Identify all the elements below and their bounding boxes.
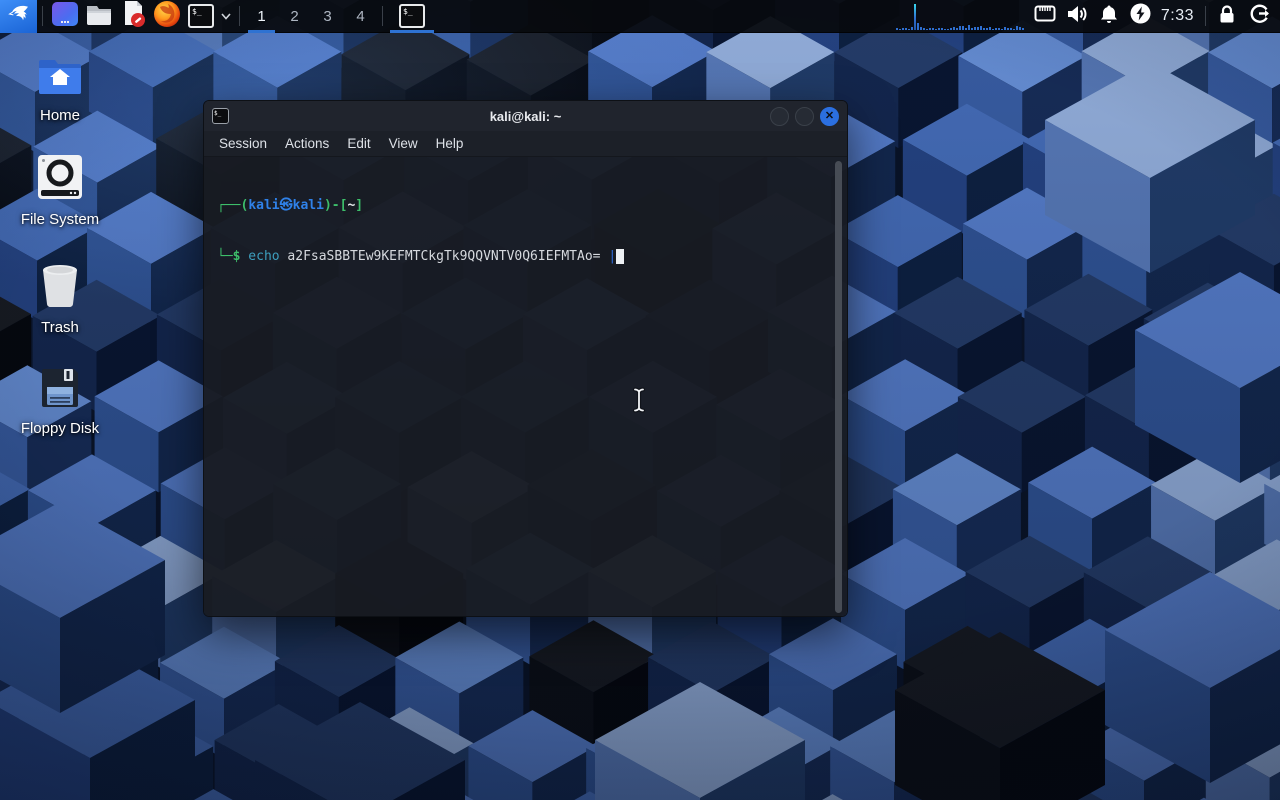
workspace-4[interactable]: 4 [344,0,377,33]
panel-separator [42,6,43,26]
panel-separator [382,6,383,26]
terminal-output[interactable]: ┌──(kali㉿kali)-[~] └─$echoa2FsaSBBTEw9KE… [204,157,847,616]
volume-icon [1066,4,1088,29]
desktop: $_ 1 2 3 4 $_ [0,0,1280,800]
network-icon [1034,5,1056,27]
desktop-icon-label: Home [40,107,80,124]
top-panel: $_ 1 2 3 4 $_ [0,0,1280,33]
terminal-window: $_ kali@kali: ~ ✕ Session Actions Edit V… [203,100,848,617]
launcher-desktop-app[interactable] [48,0,82,33]
close-button[interactable]: ✕ [820,107,839,126]
firefox-icon [153,0,181,33]
chevron-down-icon [221,7,231,25]
desktop-icon-floppy-disk[interactable]: Floppy Disk [12,367,108,437]
menu-actions[interactable]: Actions [276,131,338,156]
workspace-label: 2 [290,8,298,25]
volume-tray-button[interactable] [1064,0,1090,33]
titlebar[interactable]: $_ kali@kali: ~ ✕ [204,101,847,131]
panel-separator [239,6,240,26]
logout-icon [1249,3,1270,29]
maximize-button[interactable] [795,107,814,126]
terminal-icon: $_ [399,4,425,28]
file-manager-icon [85,2,113,31]
taskbar-terminal-window-button[interactable]: $_ [388,0,436,33]
floppy-disk-icon [40,367,80,414]
workspace-label: 4 [356,8,364,25]
text-editor-icon [119,0,147,33]
notifications-bell-icon [1100,4,1118,29]
kali-menu-button[interactable] [0,0,37,33]
workspace-3[interactable]: 3 [311,0,344,33]
close-icon: ✕ [825,111,834,122]
window-terminal-icon: $_ [212,108,229,124]
panel-separator [1205,6,1206,26]
notifications-tray-button[interactable] [1096,0,1122,33]
kali-dragon-icon [6,1,32,32]
kali-at-symbol: ㉿ [280,198,293,213]
workspace-active-underline [248,30,275,33]
minimize-button[interactable] [770,107,789,126]
logout-button[interactable] [1246,0,1272,33]
task-active-underline [390,30,434,33]
power-icon [1130,3,1151,29]
workspace-label: 1 [257,8,265,25]
menu-session[interactable]: Session [210,131,276,156]
network-tray-button[interactable] [1032,0,1058,33]
terminal-cursor [616,249,624,264]
menubar: Session Actions Edit View Help [204,131,847,157]
scrollbar-thumb[interactable] [835,161,842,613]
launcher-text-editor[interactable] [116,0,150,33]
workspace-1[interactable]: 1 [245,0,278,33]
trash-icon [38,262,82,313]
window-title: kali@kali: ~ [204,109,847,124]
launcher-firefox[interactable] [150,0,184,33]
menu-help[interactable]: Help [427,131,473,156]
launcher-terminal[interactable]: $_ [184,0,218,33]
home-folder-icon [36,56,84,101]
desktop-icon-label: Floppy Disk [21,420,99,437]
workspace-2[interactable]: 2 [278,0,311,33]
menu-view[interactable]: View [380,131,427,156]
clock[interactable]: 7:33 [1161,7,1194,25]
terminal-icon: $_ [188,4,214,28]
hard-drive-icon [37,154,83,205]
desktop-icon-file-system[interactable]: File System [12,154,108,228]
lock-icon [1218,4,1236,29]
prompt-line-1: ┌──(kali㉿kali)-[~] [217,197,827,214]
workspace-label: 3 [323,8,331,25]
desktop-app-icon [51,1,79,32]
launcher-dropdown-button[interactable] [218,0,234,33]
prompt-line-2: └─$echoa2FsaSBBTEw9KEFMTCkgTk9QQVNTV0Q6I… [217,248,827,265]
desktop-icon-label: File System [21,211,99,228]
lock-screen-button[interactable] [1214,0,1240,33]
desktop-icon-trash[interactable]: Trash [12,262,108,336]
launcher-file-manager[interactable] [82,0,116,33]
desktop-icon-label: Trash [41,319,79,336]
menu-edit[interactable]: Edit [338,131,379,156]
monitor-graph[interactable] [894,2,1029,31]
desktop-icon-home[interactable]: Home [12,56,108,124]
power-manager-tray-button[interactable] [1128,0,1154,33]
